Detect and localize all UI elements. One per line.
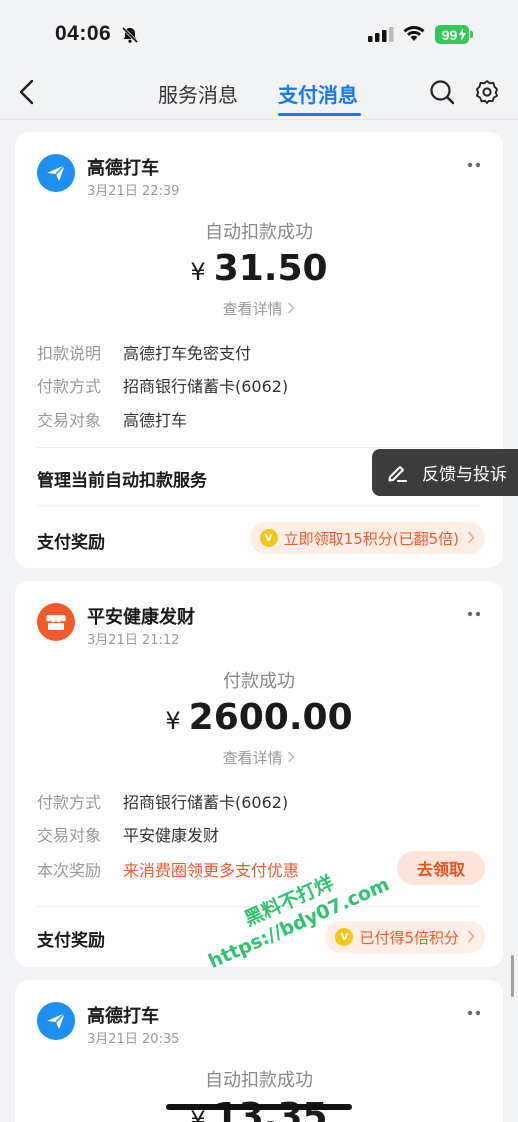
message-time: 3月21日 21:12 — [87, 633, 180, 648]
feedback-button[interactable]: 反馈与投诉 — [372, 449, 518, 496]
reward-text: 已付得5倍积分 — [359, 928, 459, 947]
info-row: 付款方式 招商银行储蓄卡(6062) — [37, 789, 288, 813]
info-value: 平安健康发财 — [123, 826, 220, 845]
home-indicator[interactable] — [166, 1104, 352, 1110]
chevron-right-icon — [467, 531, 475, 544]
message-time: 3月21日 20:35 — [87, 1032, 180, 1047]
info-row: 付款方式 招商银行储蓄卡(6062) — [37, 373, 288, 397]
info-label: 本次奖励 — [37, 861, 102, 880]
info-row: 交易对象 高德打车 — [37, 407, 187, 431]
info-label: 付款方式 — [37, 793, 102, 812]
view-details-link[interactable]: 查看详情 — [15, 298, 503, 319]
active-tab-underline — [278, 113, 361, 116]
info-value: 招商银行储蓄卡(6062) — [123, 793, 289, 812]
more-options-icon[interactable] — [467, 611, 481, 617]
reward-title: 支付奖励 — [37, 533, 105, 553]
gear-icon[interactable] — [474, 79, 500, 105]
info-label: 付款方式 — [37, 377, 102, 396]
merchant-avatar — [37, 154, 75, 192]
info-row: 扣款说明 高德打车免密支付 — [37, 340, 251, 364]
reward-text: 立即领取15积分(已翻5倍) — [283, 529, 459, 548]
merchant-name: 平安健康发财 — [87, 607, 195, 628]
divider — [37, 447, 481, 448]
info-label: 交易对象 — [37, 411, 102, 430]
payment-card[interactable]: 高德打车 3月21日 20:35 自动扣款成功 ¥13.35 — [15, 980, 503, 1122]
info-value: 招商银行储蓄卡(6062) — [123, 377, 289, 396]
store-icon — [46, 615, 66, 630]
amount-value: 2600.00 — [188, 697, 353, 738]
merchant-avatar — [37, 1002, 75, 1040]
claim-button[interactable]: 去领取 — [397, 851, 485, 885]
chevron-right-icon — [467, 930, 475, 943]
back-arrow-icon[interactable] — [16, 79, 40, 105]
more-options-icon[interactable] — [467, 162, 481, 168]
info-label: 交易对象 — [37, 826, 102, 845]
edit-pencil-icon — [388, 465, 407, 482]
view-details-label: 查看详情 — [222, 749, 283, 767]
wifi-icon — [403, 26, 425, 41]
merchant-name: 高德打车 — [87, 1006, 159, 1027]
battery-level: 99 — [441, 26, 458, 43]
view-details-label: 查看详情 — [222, 300, 283, 318]
bell-muted-icon — [121, 26, 139, 44]
info-row: 本次奖励 来消费圈领更多支付优惠 — [37, 857, 299, 881]
merchant-name: 高德打车 — [87, 158, 159, 179]
payment-card[interactable]: 高德打车 3月21日 22:39 自动扣款成功 ¥31.50 查看详情 扣款说明… — [15, 132, 503, 568]
more-options-icon[interactable] — [467, 1010, 481, 1016]
currency-symbol: ¥ — [165, 707, 181, 735]
reward-title: 支付奖励 — [37, 931, 105, 951]
chevron-right-icon — [288, 302, 295, 314]
info-value: 高德打车 — [123, 411, 188, 430]
points-coin-icon: V — [259, 529, 278, 547]
points-coin-icon: V — [335, 928, 354, 946]
charging-bolt-icon — [459, 28, 466, 41]
scrollbar[interactable] — [511, 955, 514, 997]
info-label: 扣款说明 — [37, 344, 102, 363]
message-time: 3月21日 22:39 — [87, 184, 180, 199]
currency-symbol: ¥ — [190, 258, 206, 286]
battery-indicator: 99 — [435, 25, 473, 44]
info-value: 高德打车免密支付 — [123, 344, 252, 363]
payment-status: 自动扣款成功 — [205, 222, 313, 243]
reward-pill[interactable]: V 已付得5倍积分 — [325, 921, 485, 953]
tab-payment-messages[interactable]: 支付消息 — [278, 79, 358, 108]
payment-status: 自动扣款成功 — [205, 1070, 313, 1091]
feedback-label: 反馈与投诉 — [422, 465, 507, 485]
nav-bar: 服务消息 支付消息 — [0, 66, 518, 120]
info-row: 交易对象 平安健康发财 — [37, 822, 219, 846]
payment-status: 付款成功 — [223, 671, 295, 692]
cellular-signal-icon — [368, 27, 394, 42]
manage-auto-debit-link[interactable]: 管理当前自动扣款服务 — [37, 466, 207, 491]
divider — [37, 505, 481, 506]
promo-link[interactable]: 来消费圈领更多支付优惠 — [123, 861, 299, 880]
status-time: 04:06 — [55, 22, 112, 45]
reward-claim-pill[interactable]: V 立即领取15积分(已翻5倍) — [249, 522, 485, 554]
paper-plane-icon — [47, 1012, 66, 1029]
chevron-right-icon — [288, 751, 295, 763]
search-icon[interactable] — [429, 79, 455, 105]
payment-amount: ¥31.50 — [15, 248, 503, 289]
payment-amount: ¥2600.00 — [15, 697, 503, 738]
amount-value: 31.50 — [213, 248, 328, 289]
status-bar: 04:06 99 — [0, 0, 518, 66]
view-details-link[interactable]: 查看详情 — [15, 747, 503, 768]
paper-plane-icon — [47, 164, 66, 181]
tab-service-messages[interactable]: 服务消息 — [158, 79, 238, 108]
merchant-avatar — [37, 603, 75, 641]
